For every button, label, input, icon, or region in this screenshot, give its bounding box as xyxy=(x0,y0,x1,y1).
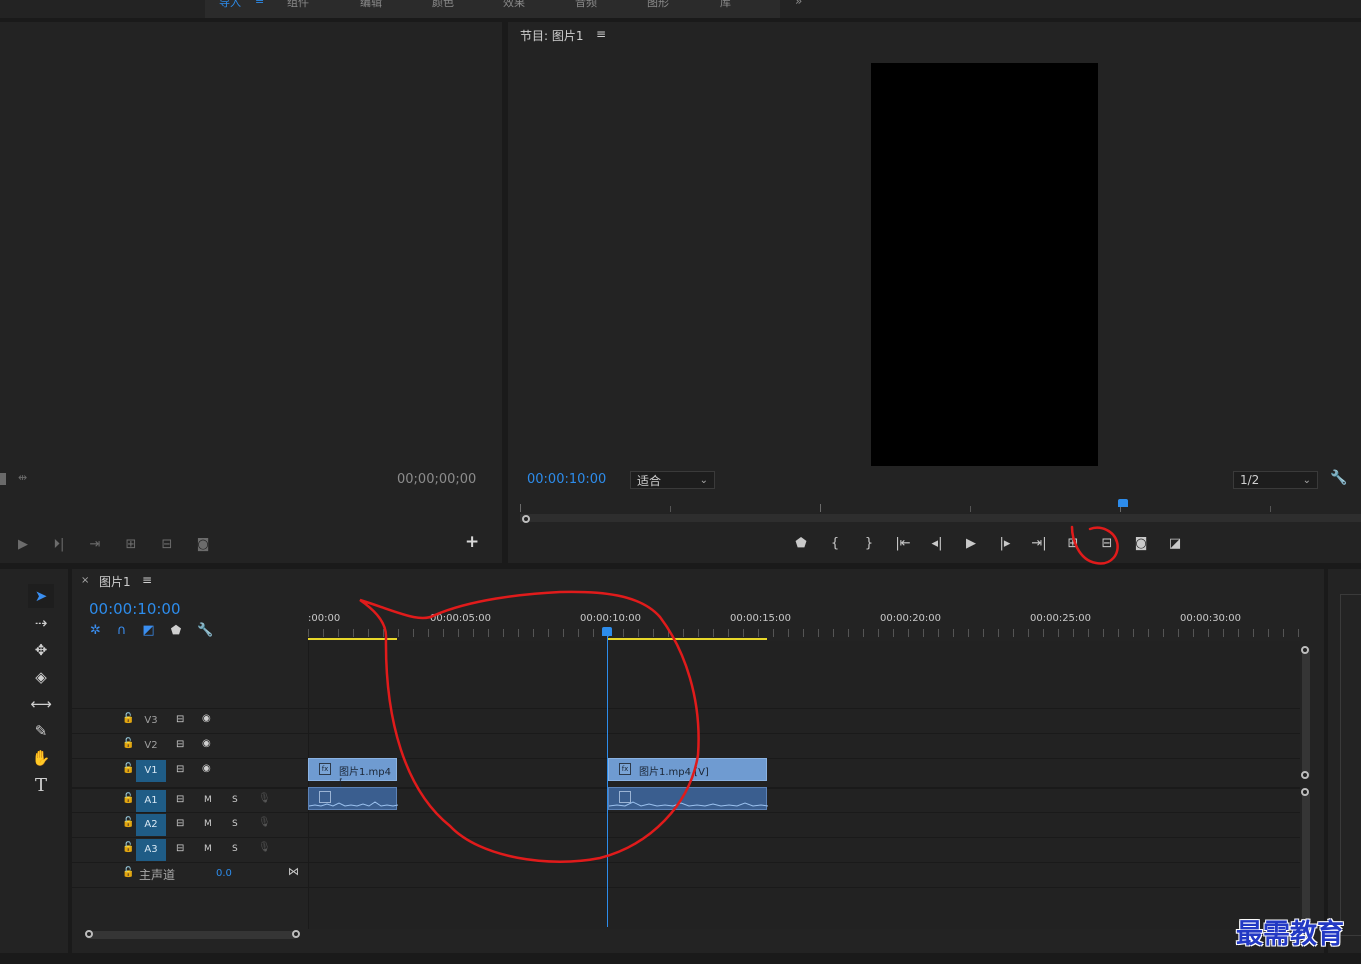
watermark-text: 最需教育 xyxy=(1236,919,1344,950)
red-annotation-overlay xyxy=(359,525,1119,863)
annotation-circle-lift xyxy=(1070,525,1119,565)
annotation-loop-timeline xyxy=(359,590,700,863)
